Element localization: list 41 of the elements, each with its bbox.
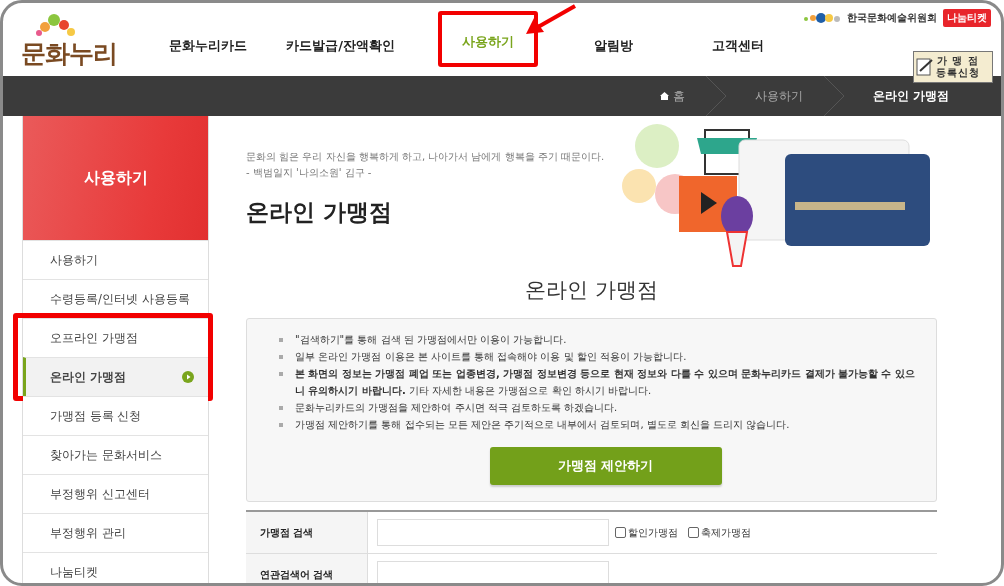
breadcrumb-link[interactable]: 온라인 가맹점 (872, 87, 949, 105)
search-field[interactable] (377, 561, 609, 583)
checkbox-label: 축제가맹점 (701, 525, 751, 540)
nav-link[interactable]: 알림방 (593, 25, 633, 67)
register-button[interactable]: 가 맹 점 등록신청 (913, 51, 993, 83)
quote-text: 문화의 힘은 우리 자신을 행복하게 하고, 나아가서 남에게 행복을 주기 때문이다. (246, 150, 605, 164)
bullet-icon (279, 338, 283, 342)
nav-link[interactable]: 고객센터 (712, 25, 764, 67)
nav-link[interactable]: 문화누리카드 (169, 25, 247, 67)
row-label: 가맹점 검색 (246, 512, 368, 553)
notice-text: 일부 온라인 가맹점 이용은 본 사이트를 통해 접속해야 이용 및 할인 적용이 가능합니다. (295, 351, 687, 362)
page-title: 온라인 가맹점 (246, 198, 393, 227)
bullet-icon (279, 406, 283, 410)
breadcrumb-link[interactable]: 사용하기 (754, 87, 803, 105)
bullet-icon (279, 355, 283, 359)
sidebar-title: 사용하기 (23, 116, 208, 240)
chevron-separator (822, 76, 845, 116)
notice-text: 본 화면의 정보는 가맹점 폐업 또는 업종변경, 가맹점 정보변경 등으로 현재 정보와 다를 수 있으며 문화누리카드 결제가 불가능할 수 있으니 유의하시기 바랍니다. 기타 자세한 내용은 가맹점으로 확인 하시기 바랍니다. (295, 368, 915, 396)
dots-logo-icon (803, 12, 841, 24)
notice-text: 문화누리카드의 가맹점을 제안하여 주시면 적극 검토하도록 하겠습니다. (295, 402, 618, 413)
breadcrumb-link[interactable]: 홈 (659, 87, 685, 105)
org-name: 한국문화예술위원회 (847, 11, 937, 25)
checkbox-label: 할인가맹점 (628, 525, 678, 540)
checkbox[interactable] (615, 527, 626, 538)
sidebar-item[interactable]: 온라인 가맹점 (23, 357, 208, 396)
nav-link[interactable]: 카드발급/잔액확인 (286, 25, 395, 67)
section-title: 온라인 가맹점 (524, 277, 659, 304)
notice-text: 가맹점 제안하기를 통해 접수되는 모든 제안은 주기적으로 내부에서 검토되며, 별도로 회신을 드리지 않습니다. (295, 419, 790, 430)
pen-icon (916, 57, 934, 77)
bullet-icon (279, 423, 283, 427)
bullet-icon (279, 372, 283, 376)
ticket-badge[interactable]: 나눔티켓 (943, 9, 991, 27)
home-icon (659, 92, 669, 100)
checkbox[interactable] (688, 527, 699, 538)
chevron-separator (704, 76, 727, 116)
search-field[interactable] (377, 519, 609, 546)
quote-text: - 백범일지 '나의소원' 김구 - (246, 166, 373, 180)
notice-text: "검색하기"를 통해 검색 된 가맹점에서만 이용이 가능합니다. (295, 334, 567, 345)
play-icon (182, 371, 194, 383)
row-label: 연관검색어 검색 (246, 554, 368, 583)
site-logo[interactable]: 문화누리 (21, 37, 117, 70)
